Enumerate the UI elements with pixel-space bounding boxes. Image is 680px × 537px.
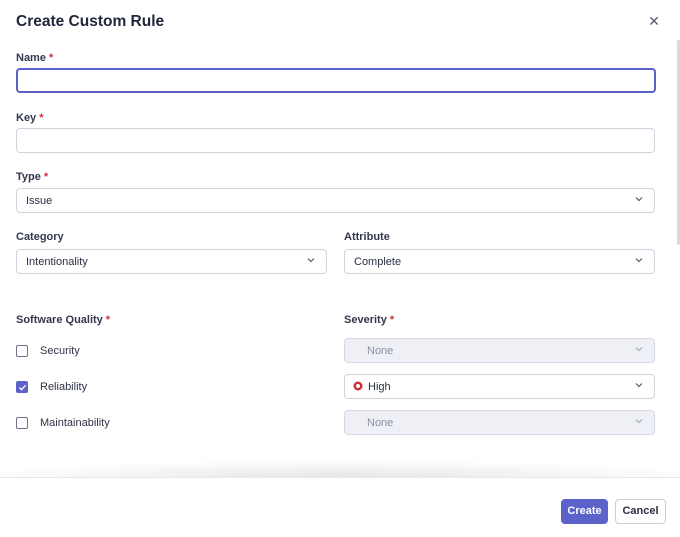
required-marker: * [48,52,54,64]
chevron-down-icon [635,258,643,263]
maintainability-severity-select: None [344,410,655,435]
category-select-value: Intentionality [26,256,88,268]
name-label: Name * [16,52,53,64]
security-severity-select: None [344,338,655,363]
category-select[interactable]: Intentionality [16,249,327,274]
chevron-down-icon [307,258,315,263]
type-select[interactable]: Issue [16,188,655,213]
create-custom-rule-dialog: Create Custom Rule ✕ Name * Key * Type * Is… [0,0,680,537]
maintainability-severity-value: None [367,417,394,429]
cancel-button[interactable]: Cancel [615,499,666,524]
type-label: Type * [16,171,48,183]
chevron-down-icon [635,383,643,388]
attribute-select-value: Complete [354,256,402,268]
key-input[interactable] [16,128,655,153]
footer-divider [0,477,680,478]
type-select-value: Issue [26,195,53,207]
name-label-text: Name [16,52,46,64]
high-severity-icon [353,381,363,391]
software-quality-label-text: Software Quality [16,314,103,326]
reliability-severity-value: High [368,381,391,393]
reliability-checkbox[interactable] [16,381,28,393]
required-marker: * [39,112,44,124]
close-icon[interactable]: ✕ [646,13,662,29]
security-severity-value: None [367,345,394,357]
required-marker: * [389,314,395,326]
category-label: Category [16,231,64,243]
reliability-label: Reliability [40,381,88,393]
reliability-severity-select[interactable]: High [344,374,655,399]
key-label: Key * [16,112,43,124]
security-label: Security [40,345,80,357]
dialog-title: Create Custom Rule [16,13,165,30]
chevron-down-icon [635,419,643,424]
create-button[interactable]: Create [561,499,608,524]
scroll-shadow [0,448,680,478]
severity-label: Severity * [344,314,394,326]
required-marker: * [43,171,49,183]
attribute-select[interactable]: Complete [344,249,655,274]
checkmark-icon [19,384,27,391]
required-marker: * [105,314,111,326]
type-label-text: Type [16,171,41,183]
name-input[interactable] [16,68,656,93]
maintainability-checkbox[interactable] [16,417,28,429]
chevron-down-icon [635,347,643,352]
key-label-text: Key [16,112,37,124]
chevron-down-icon [635,197,643,202]
maintainability-label: Maintainability [40,417,110,429]
security-checkbox[interactable] [16,345,28,357]
software-quality-label: Software Quality * [16,314,110,326]
severity-label-text: Severity [344,314,387,326]
attribute-label: Attribute [344,231,390,243]
